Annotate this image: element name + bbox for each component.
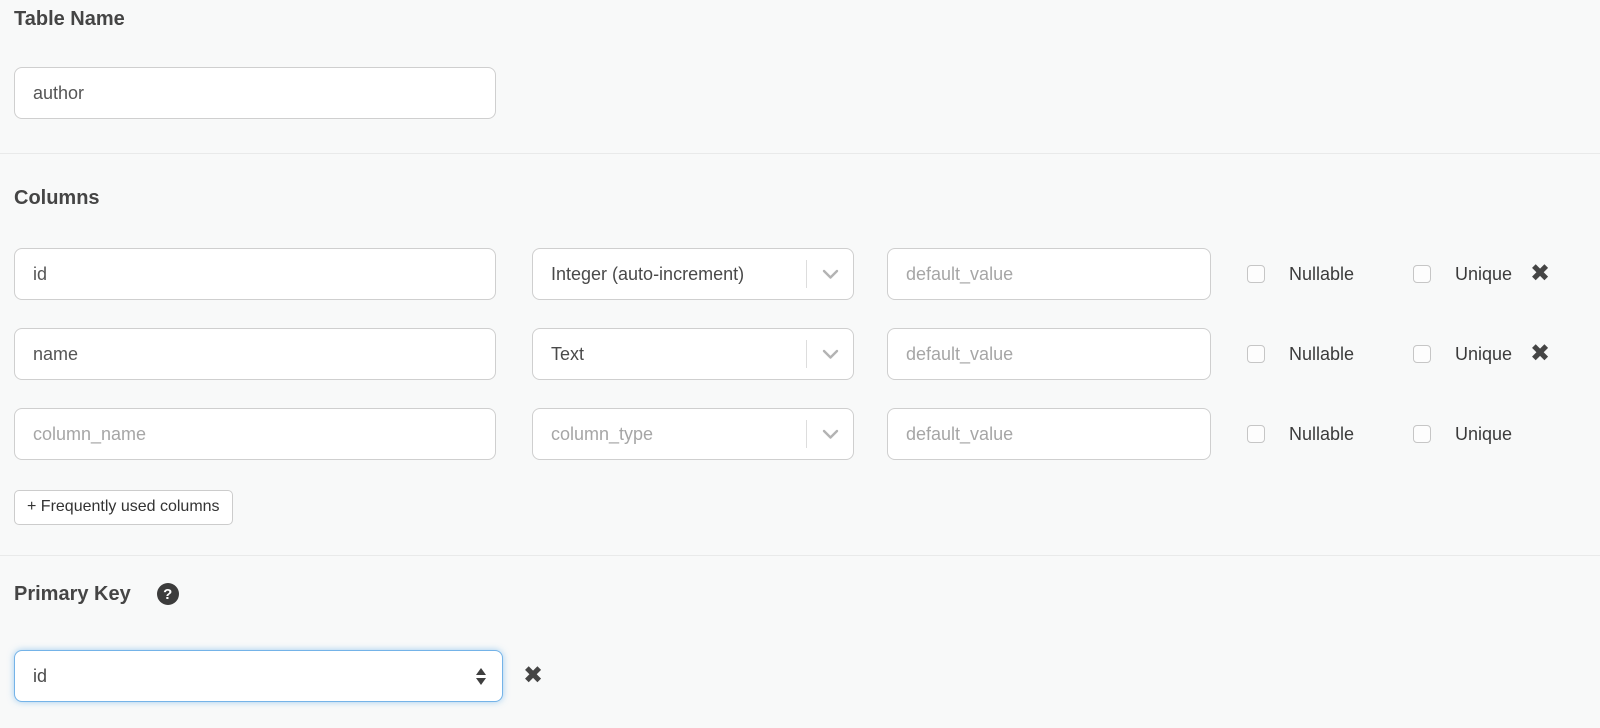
column-type-value: Integer (auto-increment) [551, 264, 806, 285]
unique-label: Unique [1455, 344, 1512, 365]
nullable-label: Nullable [1289, 264, 1375, 285]
column-type-value: Text [551, 344, 806, 365]
table-name-heading: Table Name [14, 7, 1586, 31]
column-row: Text Nullable Unique ✖ [14, 328, 1586, 380]
nullable-label: Nullable [1289, 344, 1375, 365]
chevron-down-icon [807, 429, 853, 440]
unique-label: Unique [1455, 424, 1512, 445]
select-arrows-icon [476, 668, 486, 685]
frequently-used-columns-button[interactable]: + Frequently used columns [14, 490, 233, 525]
column-row: column_type Nullable Unique ✖ [14, 408, 1586, 460]
table-name-input[interactable] [14, 67, 496, 119]
unique-label: Unique [1455, 264, 1512, 285]
column-name-input[interactable] [14, 328, 496, 380]
primary-key-select[interactable]: id [14, 650, 503, 702]
unique-checkbox[interactable] [1413, 425, 1431, 443]
divider [0, 555, 1600, 556]
default-value-input[interactable] [887, 328, 1211, 380]
primary-key-value: id [33, 666, 476, 687]
default-value-input[interactable] [887, 248, 1211, 300]
unique-checkbox[interactable] [1413, 345, 1431, 363]
column-type-select[interactable]: column_type [532, 408, 854, 460]
help-icon[interactable]: ? [157, 583, 179, 605]
column-type-select[interactable]: Integer (auto-increment) [532, 248, 854, 300]
nullable-checkbox[interactable] [1247, 265, 1265, 283]
default-value-input[interactable] [887, 408, 1211, 460]
primary-key-heading-row: Primary Key ? [14, 582, 1586, 606]
remove-column-icon[interactable]: ✖ [1530, 342, 1550, 366]
column-name-input[interactable] [14, 408, 496, 460]
unique-checkbox[interactable] [1413, 265, 1431, 283]
column-name-input[interactable] [14, 248, 496, 300]
divider [0, 153, 1600, 154]
columns-heading: Columns [14, 186, 1586, 210]
primary-key-row: id ✖ [14, 650, 1586, 702]
nullable-checkbox[interactable] [1247, 425, 1265, 443]
chevron-down-icon [807, 269, 853, 280]
column-type-select[interactable]: Text [532, 328, 854, 380]
chevron-down-icon [807, 349, 853, 360]
remove-column-icon[interactable]: ✖ [1530, 262, 1550, 286]
create-table-form: Table Name Columns Integer (auto-increme… [0, 7, 1600, 702]
nullable-checkbox[interactable] [1247, 345, 1265, 363]
column-type-placeholder: column_type [551, 424, 806, 445]
nullable-label: Nullable [1289, 424, 1375, 445]
column-row: Integer (auto-increment) Nullable Unique… [14, 248, 1586, 300]
primary-key-heading: Primary Key [14, 582, 131, 606]
remove-primary-key-icon[interactable]: ✖ [523, 664, 543, 688]
